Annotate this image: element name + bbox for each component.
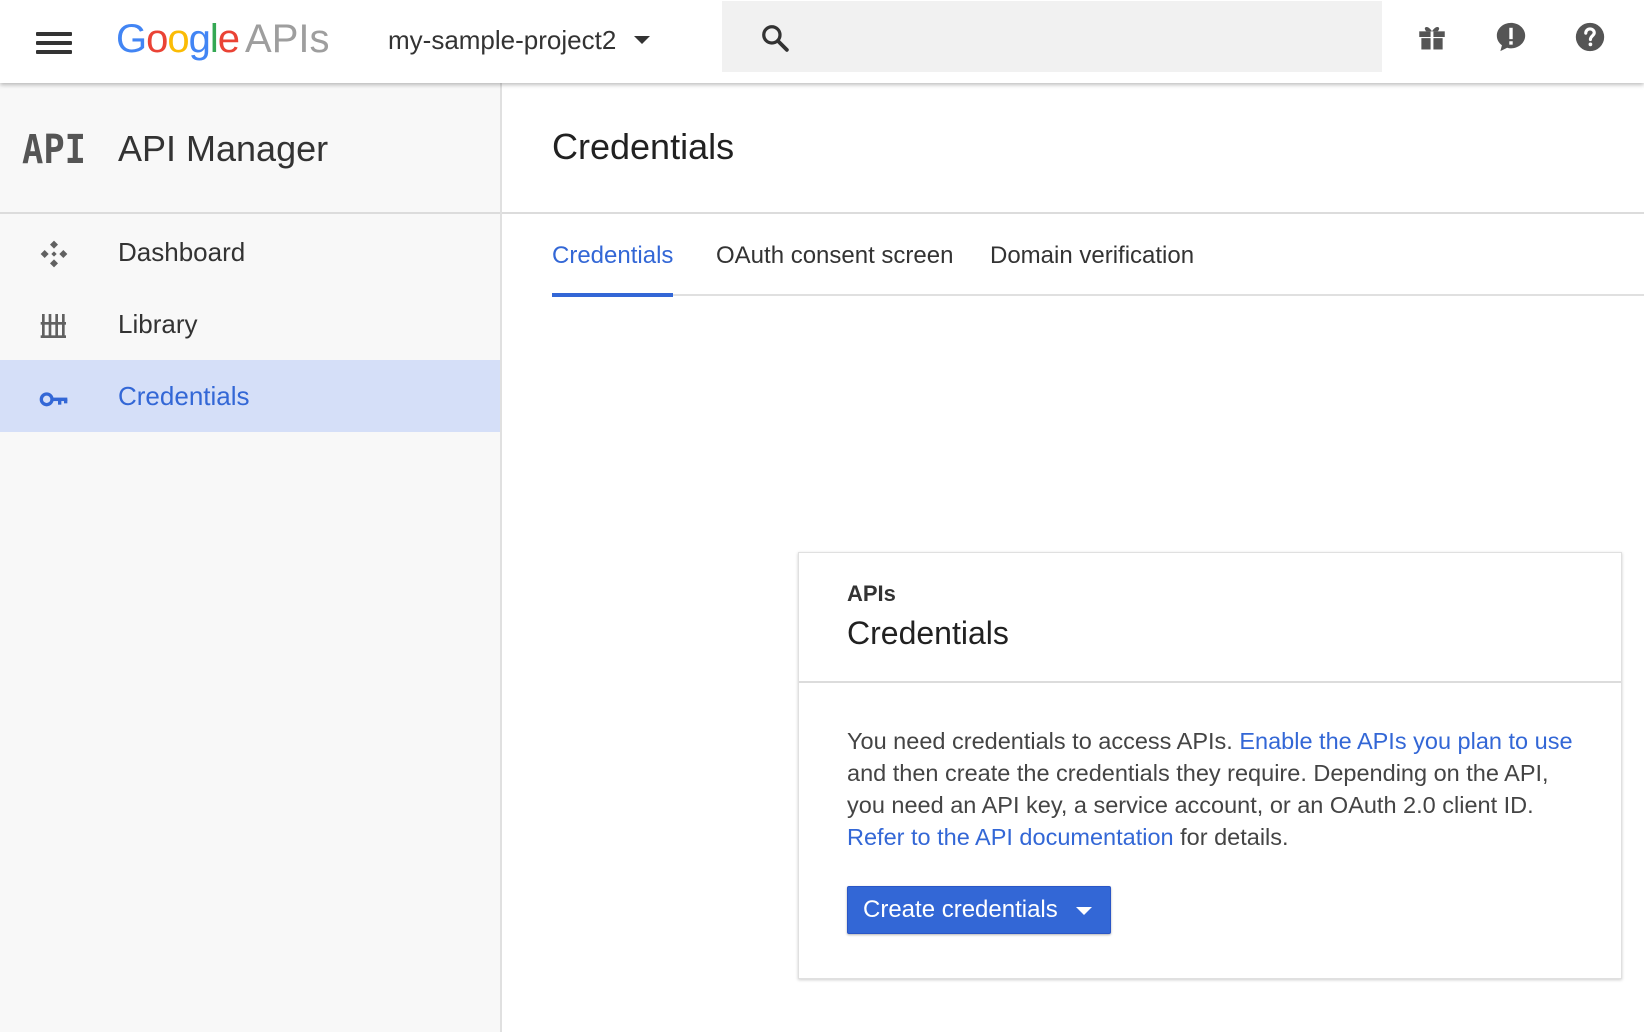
sidebar: API API Manager Dashboard Library Creden… xyxy=(0,83,502,1032)
help-icon[interactable] xyxy=(1573,20,1607,54)
api-logo: API xyxy=(22,129,86,169)
card-overline: APIs xyxy=(847,581,896,606)
main-content: Credentials Credentials OAuth consent sc… xyxy=(502,83,1644,1032)
description-text: and then create the credentials they req… xyxy=(847,760,1549,818)
google-apis-logo[interactable]: Google APIs xyxy=(116,14,330,64)
sidebar-header: API API Manager xyxy=(0,83,500,214)
search-icon[interactable] xyxy=(760,23,790,53)
search-input[interactable] xyxy=(812,15,1352,57)
menu-icon[interactable] xyxy=(28,20,78,64)
logo-letter: o xyxy=(167,17,189,61)
logo-letter: e xyxy=(217,17,240,61)
svg-text:API: API xyxy=(22,129,86,169)
sidebar-title: API Manager xyxy=(118,128,329,169)
card-title: Credentials xyxy=(847,615,1009,651)
logo-suffix: APIs xyxy=(245,17,330,61)
tab-domain-verification[interactable]: Domain verification xyxy=(990,216,1194,296)
sidebar-item-label: Credentials xyxy=(118,380,250,411)
project-selector[interactable]: my-sample-project2 xyxy=(388,18,651,62)
logo-letter: g xyxy=(188,17,211,61)
page-title: Credentials xyxy=(552,126,735,167)
project-name: my-sample-project2 xyxy=(388,24,617,55)
logo-letter: G xyxy=(116,17,147,61)
credentials-card: APIs Credentials You need credentials to… xyxy=(798,552,1622,979)
sidebar-item-library[interactable]: Library xyxy=(0,288,500,360)
card-description: You need credentials to access APIs. Ena… xyxy=(847,725,1577,853)
main-header: Credentials xyxy=(502,83,1644,214)
sidebar-item-dashboard[interactable]: Dashboard xyxy=(0,216,500,288)
chevron-down-icon xyxy=(1076,907,1092,915)
tab-oauth-consent-screen[interactable]: OAuth consent screen xyxy=(716,216,953,296)
api-documentation-link[interactable]: Refer to the API documentation xyxy=(847,824,1174,850)
gift-icon[interactable] xyxy=(1415,20,1449,54)
top-app-bar: Google APIs my-sample-project2 xyxy=(0,0,1644,83)
search-bar[interactable] xyxy=(722,1,1382,72)
sidebar-item-label: Dashboard xyxy=(118,236,246,267)
logo-letter: o xyxy=(146,17,168,61)
sidebar-item-label: Library xyxy=(118,308,198,339)
card-header: APIs Credentials xyxy=(799,553,1621,683)
sidebar-item-credentials[interactable]: Credentials xyxy=(0,360,500,432)
key-icon xyxy=(39,392,68,407)
create-credentials-button[interactable]: Create credentials xyxy=(847,886,1111,934)
sidebar-nav: Dashboard Library Credentials xyxy=(0,216,500,432)
enable-apis-link[interactable]: Enable the APIs you plan to use xyxy=(1239,728,1572,754)
dashboard-icon xyxy=(40,240,68,268)
chevron-down-icon xyxy=(634,36,651,44)
tab-credentials[interactable]: Credentials xyxy=(552,216,674,297)
library-icon xyxy=(40,314,66,338)
logo-letter: l xyxy=(209,17,219,61)
feedback-icon[interactable] xyxy=(1494,20,1528,54)
tab-bar: Credentials OAuth consent screen Domain … xyxy=(552,216,1644,297)
description-text: You need credentials to access APIs. xyxy=(847,728,1240,754)
create-credentials-label: Create credentials xyxy=(863,896,1058,923)
description-text: for details. xyxy=(1173,824,1289,850)
